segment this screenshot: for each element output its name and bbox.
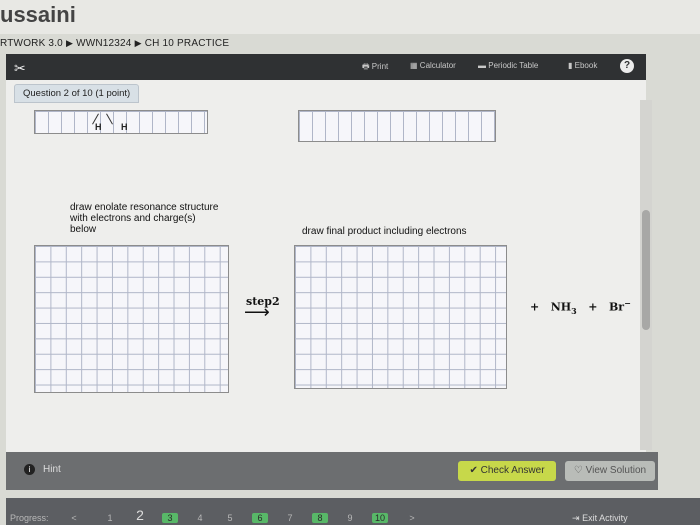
print-button[interactable]: 🖶 Print <box>362 61 388 75</box>
enolate-instruction: draw enolate resonance structure with el… <box>70 202 219 235</box>
lightbulb-icon: ♡ <box>573 465 583 476</box>
atom-label: H <box>95 122 102 132</box>
view-solution-button[interactable]: ♡ View Solution <box>565 461 655 481</box>
atom-label: H <box>121 122 128 132</box>
check-answer-button[interactable]: ✔ Check Answer <box>458 461 556 481</box>
top-bar: ussaini <box>0 0 700 34</box>
breadcrumb-course[interactable]: RTWORK 3.0 <box>0 38 63 49</box>
progress-bar: Progress: < 1 2 3 4 5 6 7 8 9 10 > ⇥ Exi… <box>6 498 700 525</box>
previous-structure-canvas[interactable]: H H <box>34 110 208 134</box>
progress-next-button[interactable]: > <box>404 513 420 523</box>
plus-sign: + <box>530 300 540 314</box>
ebook-icon: ▮ <box>568 61 573 70</box>
toolbar: ✂ 🖶 Print ▦ Calculator ▬ Periodic Table … <box>6 54 646 80</box>
panel-scrollbar[interactable] <box>640 100 652 450</box>
calculator-button[interactable]: ▦ Calculator <box>410 61 456 70</box>
exit-icon: ⇥ <box>572 513 580 523</box>
reaction-arrow-icon: ⟶ <box>244 302 270 322</box>
progress-page-2-current[interactable]: 2 <box>132 507 148 523</box>
progress-page-8[interactable]: 8 <box>312 513 328 523</box>
ammonia-subscript: 3 <box>571 305 577 316</box>
plus-sign: + <box>588 300 598 314</box>
progress-prev-button[interactable]: < <box>66 513 82 523</box>
breadcrumb-section[interactable]: WWN12324 <box>76 38 132 49</box>
calculator-label: Calculator <box>419 61 456 70</box>
progress-page-3[interactable]: 3 <box>162 513 178 523</box>
previous-product-canvas[interactable] <box>298 110 496 142</box>
ammonia-label: NH <box>550 300 572 314</box>
user-name: ussaini <box>0 2 76 27</box>
progress-page-9[interactable]: 9 <box>342 513 358 523</box>
bromide-label: Br <box>608 300 625 314</box>
hint-label: Hint <box>43 464 61 475</box>
print-icon: 🖶 <box>362 62 370 71</box>
check-icon: ✔ <box>469 465 478 476</box>
product-instruction: draw final product including electrons <box>302 226 467 237</box>
print-label: Print <box>371 62 389 71</box>
ebook-label: Ebook <box>574 61 598 70</box>
byproducts: + NH3 + Br− <box>530 298 631 316</box>
progress-label: Progress: <box>10 513 49 523</box>
exit-activity-button[interactable]: ⇥ Exit Activity <box>572 513 628 524</box>
breadcrumb-arrow-icon: ▶ <box>65 38 74 48</box>
progress-page-10[interactable]: 10 <box>372 513 388 523</box>
progress-page-1[interactable]: 1 <box>102 513 118 523</box>
help-icon[interactable]: ? <box>620 59 634 73</box>
question-footer: i Hint ✔ Check Answer ♡ View Solution <box>6 452 658 490</box>
exit-label: Exit Activity <box>582 513 628 523</box>
question-panel: Question 2 of 10 (1 point) H H draw enol… <box>6 80 646 452</box>
breadcrumb-arrow-icon: ▶ <box>134 38 142 48</box>
bromide-charge: − <box>624 298 631 308</box>
calculator-icon: ▦ <box>410 61 418 70</box>
progress-page-5[interactable]: 5 <box>222 513 238 523</box>
view-solution-label: View Solution <box>585 465 647 476</box>
bond-line <box>106 113 113 125</box>
logo-icon: ✂ <box>14 60 26 76</box>
progress-page-6[interactable]: 6 <box>252 513 268 523</box>
progress-page-7[interactable]: 7 <box>282 513 298 523</box>
hint-button[interactable]: i Hint <box>24 464 61 475</box>
check-answer-label: Check Answer <box>480 465 545 476</box>
info-icon: i <box>24 464 35 475</box>
ebook-button[interactable]: ▮ Ebook <box>568 61 597 70</box>
breadcrumb: RTWORK 3.0 ▶ WWN12324 ▶ CH 10 PRACTICE <box>0 38 229 49</box>
product-drawing-canvas[interactable] <box>294 245 507 389</box>
scrollbar-thumb[interactable] <box>642 210 650 330</box>
breadcrumb-assignment[interactable]: CH 10 PRACTICE <box>145 38 230 49</box>
progress-page-4[interactable]: 4 <box>192 513 208 523</box>
question-tab: Question 2 of 10 (1 point) <box>14 84 140 103</box>
periodic-table-button[interactable]: ▬ Periodic Table <box>478 61 538 70</box>
periodic-table-icon: ▬ <box>478 61 486 70</box>
enolate-drawing-canvas[interactable] <box>34 245 229 393</box>
periodic-table-label: Periodic Table <box>488 61 539 70</box>
